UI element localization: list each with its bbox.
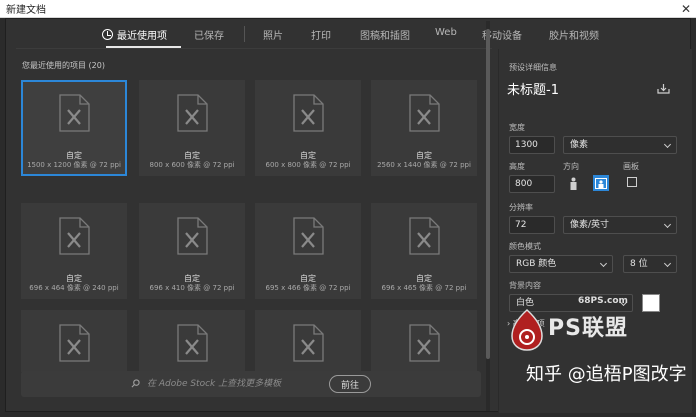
document-icon (409, 324, 440, 362)
advanced-options-toggle[interactable]: › 高级选项 (507, 318, 545, 329)
preset-card[interactable] (255, 310, 361, 372)
chevron-down-icon (599, 259, 608, 268)
preset-card-size: 600 x 800 像素 @ 72 ppi (265, 161, 351, 169)
resolution-field[interactable]: 72 (509, 216, 555, 234)
preset-details-panel: 预设详细信息 未标题-1 宽度 1300 像素 高度 方向 画板 800 分辨率… (498, 49, 692, 413)
category-tabs: 最近使用项 已保存 照片 打印 图稿和插图 Web 移动设备 胶片和视频 (6, 19, 692, 49)
orientation-label: 方向 (563, 162, 579, 171)
preset-card[interactable] (21, 310, 127, 372)
recent-heading: 您最近使用的项目 (20) (22, 60, 105, 71)
preset-card[interactable]: 自定 600 x 800 像素 @ 72 ppi (255, 80, 361, 176)
preset-card[interactable]: 自定 696 x 465 像素 @ 72 ppi (371, 203, 477, 299)
document-icon (177, 94, 208, 132)
width-unit-select[interactable]: 像素 (563, 136, 677, 154)
document-icon (177, 324, 208, 362)
document-icon (409, 94, 440, 132)
recent-items-grid: 自定 1500 x 1200 像素 @ 72 ppi 自定 800 x 600 像素 … (21, 80, 481, 372)
tab-film-video[interactable]: 胶片和视频 (549, 27, 599, 42)
new-document-dialog: 最近使用项 已保存 照片 打印 图稿和插图 Web 移动设备 胶片和视频 您最近… (5, 18, 692, 413)
document-icon (59, 324, 90, 362)
preset-card-size: 695 x 466 像素 @ 72 ppi (265, 284, 351, 292)
color-mode-select[interactable]: RGB 颜色 (509, 255, 613, 273)
preset-card[interactable]: 自定 696 x 410 像素 @ 72 ppi (139, 203, 245, 299)
preset-card-size: 696 x 465 像素 @ 72 ppi (381, 284, 467, 292)
preset-card[interactable]: 自定 2560 x 1440 像素 @ 72 ppi (371, 80, 477, 176)
tab-saved[interactable]: 已保存 (194, 27, 224, 42)
stock-search-bar: 前往 (21, 371, 481, 397)
portrait-orientation-button[interactable] (565, 175, 581, 191)
preset-card[interactable]: 自定 1500 x 1200 像素 @ 72 ppi (21, 80, 127, 176)
background-color-swatch[interactable] (642, 294, 660, 312)
chevron-down-icon (663, 140, 672, 149)
preset-header: 预设详细信息 (509, 63, 557, 72)
close-icon[interactable]: ✕ (676, 1, 696, 17)
go-button[interactable]: 前往 (329, 375, 371, 393)
document-icon (59, 94, 90, 132)
width-field[interactable]: 1300 (509, 136, 555, 154)
background-select[interactable]: 白色 (509, 294, 633, 312)
document-icon (293, 324, 324, 362)
tab-recent[interactable]: 最近使用项 (102, 27, 167, 42)
preset-card[interactable]: 自定 695 x 466 像素 @ 72 ppi (255, 203, 361, 299)
chevron-down-icon (619, 298, 628, 307)
tab-web[interactable]: Web (435, 27, 457, 38)
portrait-icon (570, 177, 576, 190)
tab-separator (244, 26, 245, 42)
landscape-icon (595, 177, 607, 189)
color-mode-value: RGB 颜色 (516, 259, 557, 269)
clock-icon (102, 29, 113, 40)
width-label: 宽度 (509, 123, 525, 132)
preset-card-size: 696 x 464 像素 @ 240 ppi (29, 284, 119, 292)
height-field[interactable]: 800 (509, 175, 555, 193)
save-preset-icon[interactable] (657, 83, 670, 94)
resolution-unit-value: 像素/英寸 (570, 220, 610, 230)
window-title: 新建文档 (6, 5, 46, 16)
document-icon (293, 217, 324, 255)
preset-card-size: 696 x 410 像素 @ 72 ppi (149, 284, 235, 292)
chevron-down-icon (663, 220, 672, 229)
preset-card-size: 800 x 600 像素 @ 72 ppi (149, 161, 235, 169)
scrollbar-thumb[interactable] (486, 29, 490, 359)
document-icon (293, 94, 324, 132)
preset-card[interactable]: 自定 800 x 600 像素 @ 72 ppi (139, 80, 245, 176)
preset-card[interactable] (371, 310, 477, 372)
chevron-down-icon (663, 259, 672, 268)
chevron-right-icon: › (507, 319, 511, 328)
window-titlebar: 新建文档 ✕ (0, 0, 696, 18)
resolution-label: 分辨率 (509, 203, 533, 212)
search-icon (131, 379, 140, 388)
stock-search-input[interactable] (147, 375, 327, 393)
advanced-options-label: 高级选项 (512, 319, 545, 328)
background-label: 背景内容 (509, 281, 541, 290)
landscape-orientation-button[interactable] (593, 175, 609, 191)
background-value: 白色 (516, 298, 535, 308)
bit-depth-select[interactable]: 8 位 (623, 255, 677, 273)
recent-heading-text: 您最近使用的项目 (22, 61, 86, 70)
document-icon (59, 217, 90, 255)
tab-recent-label: 最近使用项 (117, 31, 167, 42)
recent-count: (20) (88, 61, 105, 70)
tab-photo[interactable]: 照片 (263, 27, 283, 42)
document-icon (177, 217, 208, 255)
width-unit-value: 像素 (570, 140, 589, 150)
color-mode-label: 颜色模式 (509, 242, 541, 251)
resolution-unit-select[interactable]: 像素/英寸 (563, 216, 677, 234)
tab-art-illustration[interactable]: 图稿和插图 (360, 27, 410, 42)
artboard-label: 画板 (623, 162, 639, 171)
preset-card-size: 1500 x 1200 像素 @ 72 ppi (27, 161, 121, 169)
preset-card[interactable]: 自定 696 x 464 像素 @ 240 ppi (21, 203, 127, 299)
tab-print[interactable]: 打印 (311, 27, 331, 42)
preset-card-size: 2560 x 1440 像素 @ 72 ppi (377, 161, 471, 169)
height-label: 高度 (509, 162, 525, 171)
tab-divider (16, 48, 492, 49)
artboard-checkbox[interactable] (627, 177, 637, 187)
document-title[interactable]: 未标题-1 (507, 79, 559, 98)
bit-depth-value: 8 位 (630, 259, 648, 269)
preset-card[interactable] (139, 310, 245, 372)
document-icon (409, 217, 440, 255)
